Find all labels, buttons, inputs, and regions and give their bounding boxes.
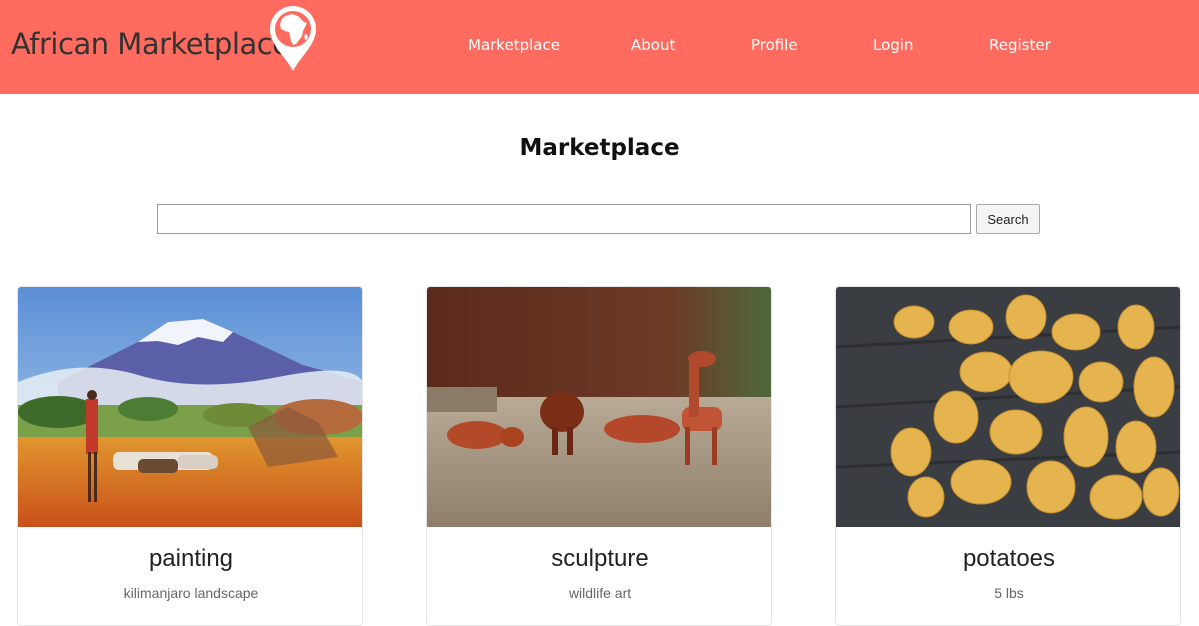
product-title[interactable]: painting: [18, 545, 362, 573]
product-image[interactable]: [18, 287, 363, 527]
product-title[interactable]: potatoes: [836, 545, 1180, 573]
product-card-sculpture[interactable]: sculpture wildlife art: [426, 286, 772, 626]
nav-marketplace[interactable]: Marketplace: [468, 36, 560, 54]
nav-login[interactable]: Login: [873, 36, 913, 54]
product-card-painting[interactable]: painting kilimanjaro landscape: [17, 286, 363, 626]
product-description: 5 lbs: [994, 585, 1024, 601]
product-title[interactable]: sculpture: [427, 545, 771, 573]
search-button[interactable]: Search: [976, 204, 1040, 234]
nav-profile[interactable]: Profile: [751, 36, 798, 54]
product-description: kilimanjaro landscape: [123, 585, 259, 601]
product-card-potatoes[interactable]: potatoes 5 lbs: [835, 286, 1181, 626]
product-description: wildlife art: [568, 585, 632, 601]
product-image[interactable]: [427, 287, 772, 527]
nav-register[interactable]: Register: [989, 36, 1051, 54]
product-image[interactable]: [836, 287, 1181, 527]
nav-about[interactable]: About: [631, 36, 675, 54]
main-nav: Marketplace About Profile Login Register: [0, 36, 1199, 58]
page-title: Marketplace: [519, 135, 680, 161]
site-header: African Marketplace Marketplace About Pr…: [0, 0, 1199, 94]
search-input[interactable]: [157, 204, 971, 234]
